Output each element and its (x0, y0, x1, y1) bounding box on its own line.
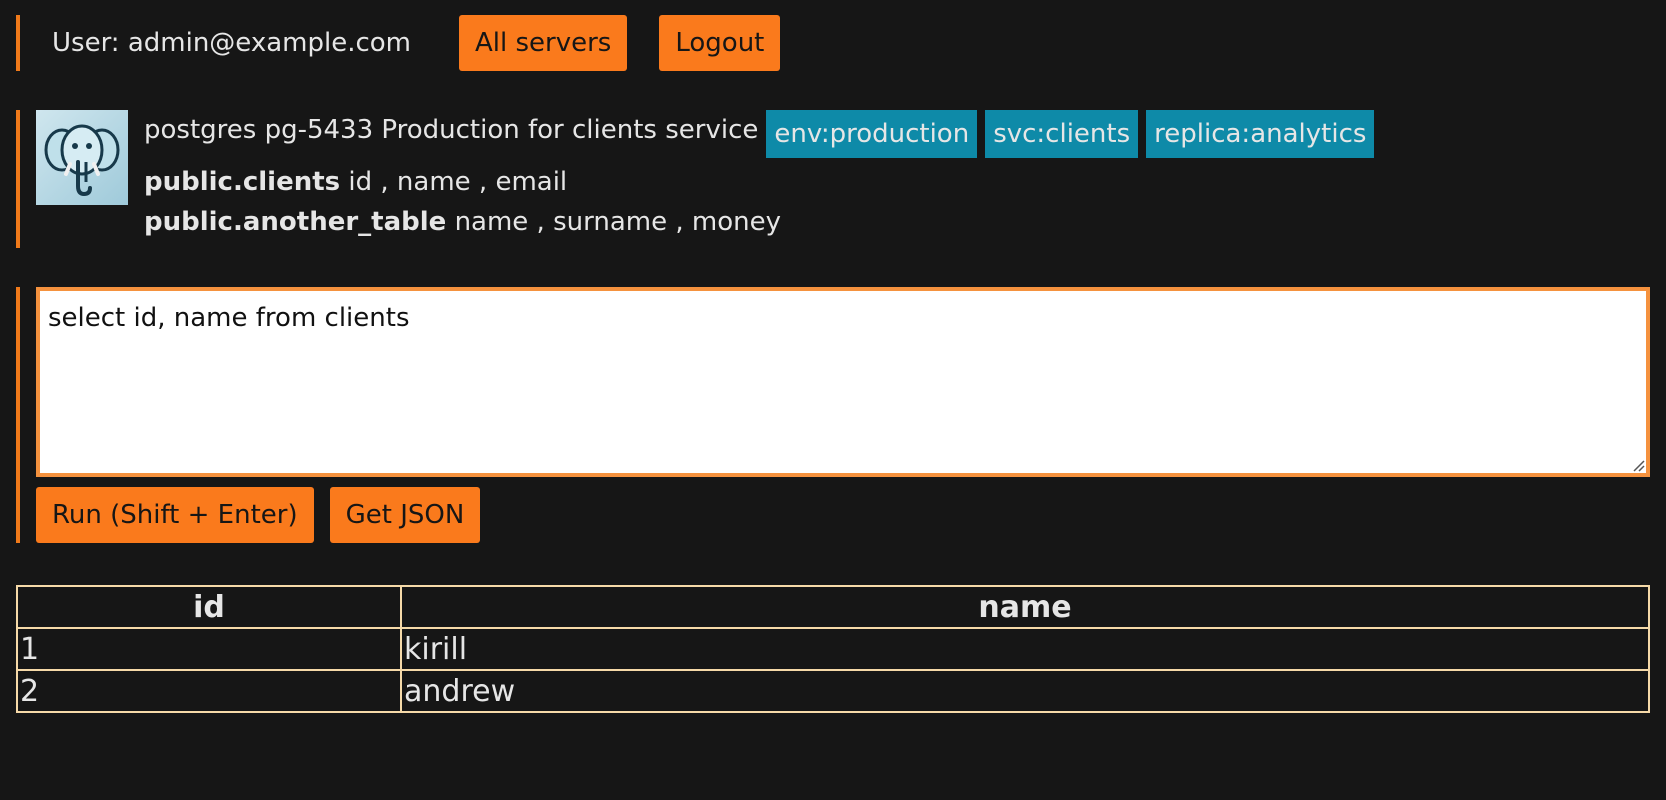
tag-replica: replica:analytics (1146, 110, 1375, 158)
get-json-button[interactable]: Get JSON (329, 487, 481, 543)
top-bar: User: admin@example.com All servers Logo… (16, 15, 781, 71)
query-panel: select id, name from clients Run (Shift … (16, 287, 1650, 543)
column-header-id: id (16, 585, 402, 629)
server-title: postgres pg-5433 Production for clients … (144, 115, 759, 145)
table-cell: kirill (400, 627, 1650, 671)
logout-button[interactable]: Logout (659, 15, 781, 71)
schema-table-clients: public.clients id , name , email (144, 162, 1374, 202)
table-header-row: id name (16, 585, 1650, 629)
table-row: 1 kirill (16, 627, 1650, 671)
all-servers-button[interactable]: All servers (459, 15, 628, 71)
tag-svc: svc:clients (985, 110, 1139, 158)
query-actions: Run (Shift + Enter) Get JSON (36, 487, 1650, 543)
schema-table-another: public.another_table name , surname , mo… (144, 202, 1374, 242)
table-name: public.clients (144, 167, 341, 197)
table-row: 2 andrew (16, 669, 1650, 713)
column-header-name: name (400, 585, 1650, 629)
tag-env: env:production (766, 110, 978, 158)
table-cell: 1 (16, 627, 402, 671)
query-editor[interactable]: select id, name from clients (36, 287, 1650, 477)
resize-grip-icon[interactable] (1630, 457, 1646, 473)
server-title-row: postgres pg-5433 Production for clients … (144, 110, 1375, 162)
postgres-elephant-icon (36, 110, 128, 205)
table-cell: 2 (16, 669, 402, 713)
query-editor-wrap: select id, name from clients (36, 287, 1650, 477)
table-name: public.another_table (144, 207, 447, 237)
results-table: id name 1 kirill 2 andrew (16, 585, 1650, 713)
table-cell: andrew (400, 669, 1650, 713)
server-panel: postgres pg-5433 Production for clients … (16, 110, 1516, 248)
table-columns: id , name , email (348, 167, 568, 197)
run-button[interactable]: Run (Shift + Enter) (36, 487, 314, 543)
table-columns: name , surname , money (454, 207, 781, 237)
user-label: User: admin@example.com (52, 28, 411, 58)
server-info: postgres pg-5433 Production for clients … (144, 110, 1375, 248)
